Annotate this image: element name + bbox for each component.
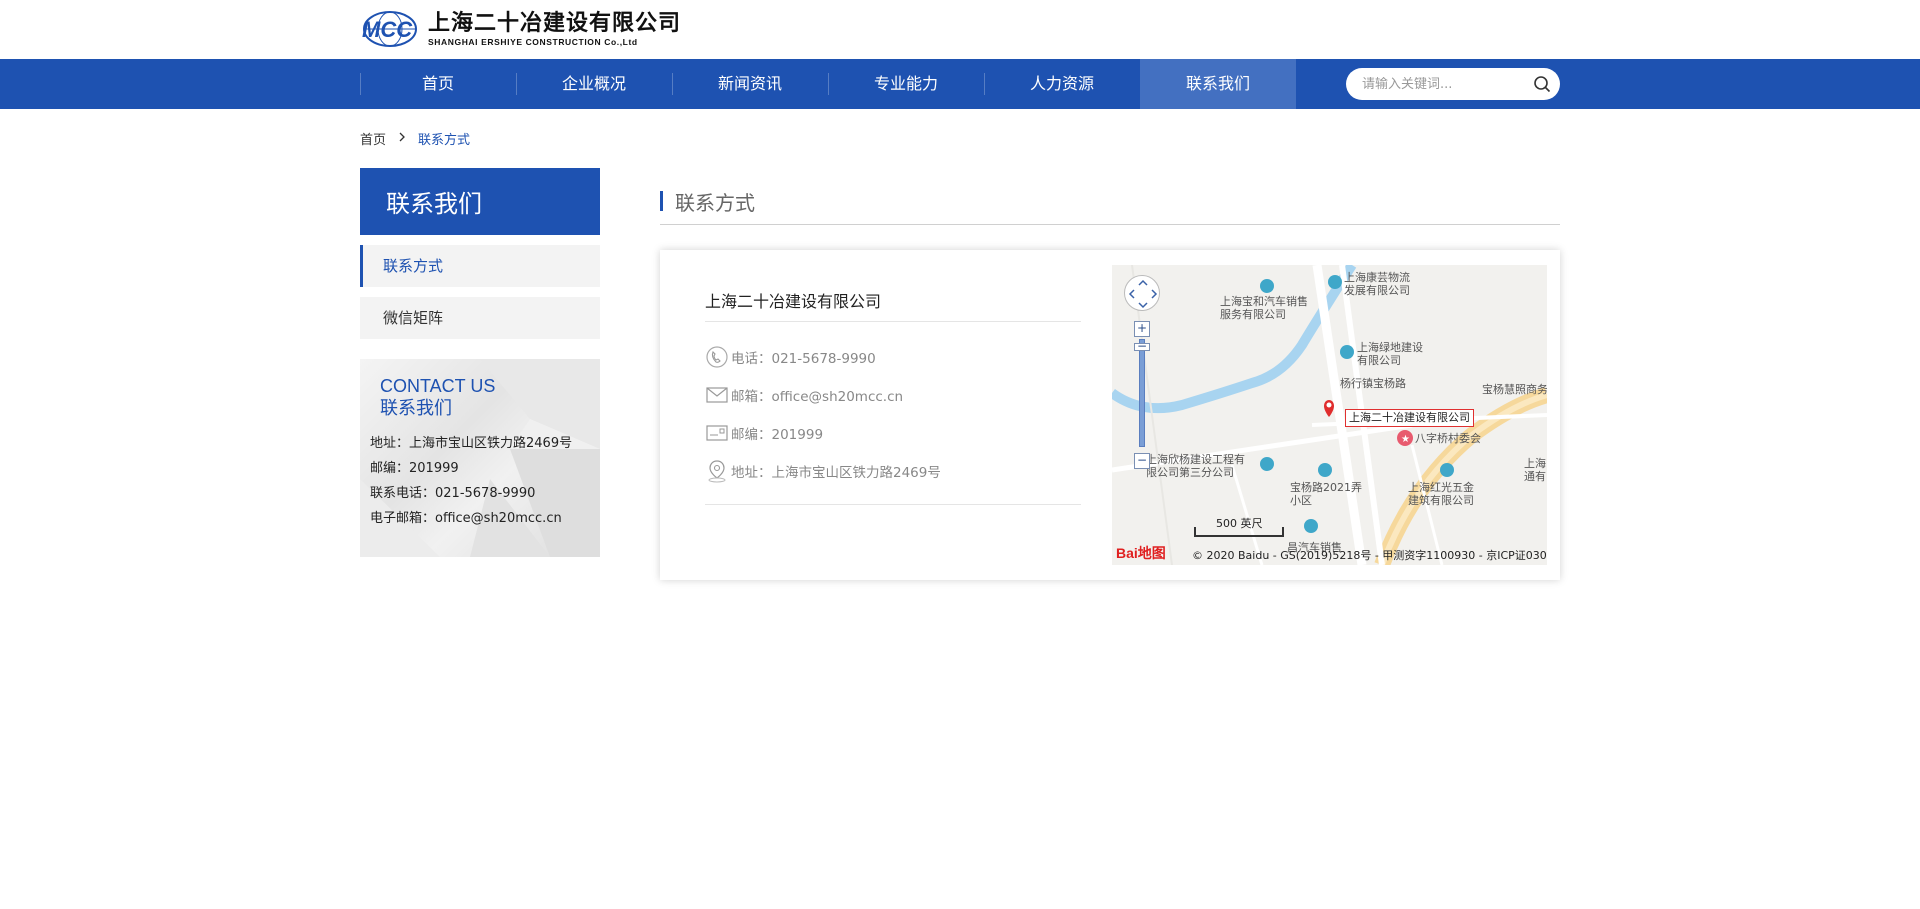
map-label: 上海 通有 <box>1524 457 1546 483</box>
map-label: 上海康芸物流 发展有限公司 <box>1344 271 1410 297</box>
site-header: MCC 上海二十冶建设有限公司 SHANGHAI ERSHIYE CONSTRU… <box>0 0 1920 59</box>
sidebar-contact-panel: CONTACT US 联系我们 地址：上海市宝山区铁力路2469号 邮编：201… <box>360 359 600 557</box>
main-nav: 首页 企业概况 新闻资讯 专业能力 人力资源 联系我们 <box>0 59 1920 109</box>
company-name: 上海二十冶建设有限公司 <box>705 290 1081 322</box>
sidebar-address: 地址：上海市宝山区铁力路2469号 <box>370 436 573 451</box>
sidebar-phone: 联系电话：021-5678-9990 <box>370 486 536 501</box>
info-phone: 电话：021-5678-9990 <box>705 338 1081 376</box>
title-accent-bar <box>660 191 663 211</box>
info-email: 邮箱：office@sh20mcc.cn <box>705 376 1081 414</box>
postcard-icon <box>705 421 729 445</box>
nav-item-capability[interactable]: 专业能力 <box>828 59 984 109</box>
map-label: 上海红光五金 建筑有限公司 <box>1408 481 1474 507</box>
chevron-right-icon <box>398 131 406 146</box>
info-address: 地址：上海市宝山区铁力路2469号 <box>705 452 1081 490</box>
logo-cn-text: 上海二十冶建设有限公司 <box>428 11 682 36</box>
nav-item-overview[interactable]: 企业概况 <box>516 59 672 109</box>
map-scale-bar <box>1194 527 1284 537</box>
nav-item-news[interactable]: 新闻资讯 <box>672 59 828 109</box>
nav-item-contact[interactable]: 联系我们 <box>1140 59 1296 109</box>
poi-marker-icon[interactable] <box>1304 519 1318 533</box>
search-input[interactable] <box>1362 76 1532 92</box>
sidebar-item-contact-info[interactable]: 联系方式 <box>360 245 600 287</box>
search-icon[interactable] <box>1532 74 1552 94</box>
nav-item-home[interactable]: 首页 <box>360 59 516 109</box>
sidebar-email: 电子邮箱：office@sh20mcc.cn <box>370 511 562 526</box>
svg-text:★: ★ <box>1401 434 1410 445</box>
contact-us-en: CONTACT US <box>380 376 496 396</box>
contact-us-cn: 联系我们 <box>380 398 452 419</box>
section-title: 联系方式 <box>660 168 1560 225</box>
poi-marker-icon[interactable] <box>1260 457 1274 471</box>
map-label: 上海绿地建设 有限公司 <box>1357 341 1423 367</box>
poi-marker-icon[interactable] <box>1340 345 1354 359</box>
contact-card: 上海二十冶建设有限公司 电话：021-5678-9990 邮箱：office@s… <box>660 250 1560 580</box>
logo-en-text: SHANGHAI ERSHIYE CONSTRUCTION Co.,Ltd <box>428 37 638 47</box>
sidebar-zip: 邮编：201999 <box>370 461 459 476</box>
site-logo[interactable]: MCC 上海二十冶建设有限公司 SHANGHAI ERSHIYE CONSTRU… <box>360 9 681 49</box>
map-label: 上海欣杨建设工程有 限公司第三分公司 <box>1146 453 1245 479</box>
info-zip-text: 邮编：201999 <box>731 427 824 443</box>
info-phone-text: 电话：021-5678-9990 <box>731 351 876 367</box>
map-base-layer: ★ <box>1112 265 1547 565</box>
info-address-text: 地址：上海市宝山区铁力路2469号 <box>731 465 941 481</box>
map-pan-control[interactable] <box>1124 275 1160 311</box>
map-controls <box>1124 275 1160 311</box>
breadcrumb-home[interactable]: 首页 <box>360 129 386 148</box>
sidebar-item-wechat[interactable]: 微信矩阵 <box>360 297 600 339</box>
phone-icon <box>705 345 729 369</box>
poi-marker-icon[interactable] <box>1440 463 1454 477</box>
breadcrumb: 首页 联系方式 <box>360 109 1560 168</box>
location-pin-icon <box>705 459 729 483</box>
info-zip: 邮编：201999 <box>705 414 1081 452</box>
map-zoom-in-button[interactable]: + <box>1134 321 1150 337</box>
poi-marker-icon[interactable] <box>1328 275 1342 289</box>
map-zoom-out-button[interactable]: − <box>1134 453 1150 469</box>
pan-arrows-icon <box>1128 279 1158 309</box>
sidebar: 联系我们 联系方式 微信矩阵 CONTACT US 联系我们 地址：上海市宝山区… <box>360 168 600 580</box>
svg-text:MCC: MCC <box>362 17 413 42</box>
nav-item-hr[interactable]: 人力资源 <box>984 59 1140 109</box>
map-copyright: © 2020 Baidu - GS(2019)5218号 - 甲测资字11009… <box>1192 549 1547 562</box>
info-email-text: 邮箱：office@sh20mcc.cn <box>731 389 904 405</box>
map-zoom-slider[interactable] <box>1139 339 1145 447</box>
section-title-text: 联系方式 <box>675 190 755 215</box>
main-content: 联系方式 上海二十冶建设有限公司 电话：021-5678-9990 邮箱：off… <box>660 168 1560 580</box>
breadcrumb-current[interactable]: 联系方式 <box>418 129 470 148</box>
poi-marker-icon[interactable] <box>1318 463 1332 477</box>
map-zoom-handle[interactable]: − <box>1134 340 1150 352</box>
sidebar-title: 联系我们 <box>360 168 600 235</box>
map-label: 宝杨路2021弄 小区 <box>1290 481 1362 507</box>
map-label: 上海宝和汽车销售 服务有限公司 <box>1220 295 1308 321</box>
baidu-map-logo[interactable]: Bai地图 <box>1116 543 1166 563</box>
poi-marker-icon[interactable] <box>1260 279 1274 293</box>
map-label: 八字桥村委会 <box>1415 432 1481 445</box>
contact-info: 上海二十冶建设有限公司 电话：021-5678-9990 邮箱：office@s… <box>705 290 1081 505</box>
search-box <box>1346 68 1560 100</box>
mail-icon <box>705 383 729 407</box>
company-map-marker-label[interactable]: 上海二十冶建设有限公司 <box>1345 409 1474 427</box>
map-label: 杨行镇宝杨路 <box>1340 377 1406 390</box>
mcc-logo-icon: MCC <box>360 9 424 49</box>
baidu-map[interactable]: ★ 上海康芸物流 发展有限公司 上海宝和汽车销售 服务有限公司 上海绿地建设 有限公司… <box>1112 265 1547 565</box>
map-label: 宝杨慧照商务 <box>1482 383 1547 396</box>
